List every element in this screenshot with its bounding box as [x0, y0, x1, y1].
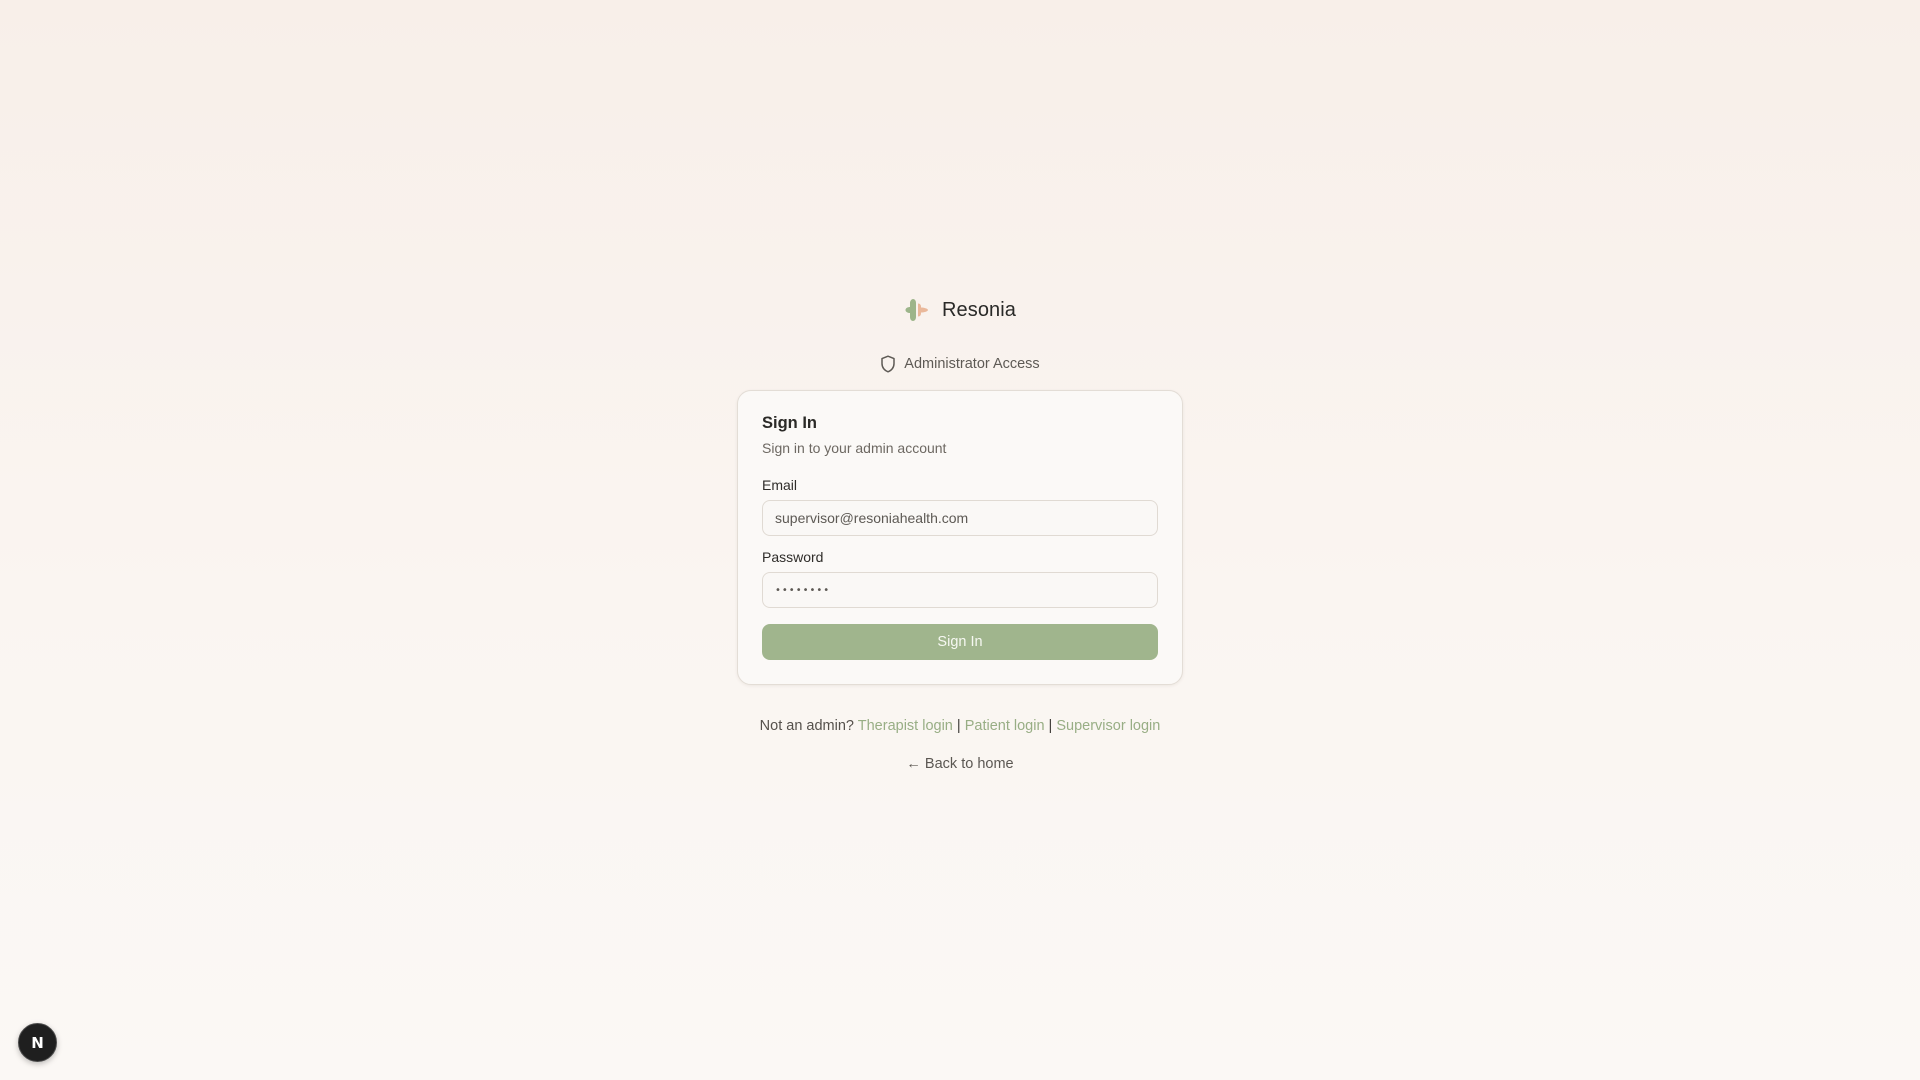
- shield-icon: [881, 355, 896, 373]
- sign-in-button[interactable]: Sign In: [762, 624, 1158, 660]
- password-field[interactable]: [762, 572, 1158, 608]
- card-subtitle: Sign in to your admin account: [762, 440, 947, 456]
- login-container: Resonia Administrator Access Sign In Sig…: [0, 296, 1920, 772]
- dev-badge-label: N: [31, 1033, 44, 1052]
- admin-access-label: Administrator Access: [880, 355, 1040, 373]
- therapist-login-link[interactable]: Therapist login: [858, 718, 953, 734]
- supervisor-login-link[interactable]: Supervisor login: [1056, 718, 1160, 734]
- brand-name: Resonia: [941, 298, 1017, 321]
- signin-card: Sign In Sign in to your admin account Em…: [737, 390, 1183, 685]
- nextjs-dev-icon[interactable]: N: [18, 1023, 57, 1062]
- link-separator: |: [956, 718, 961, 734]
- email-field[interactable]: [762, 500, 1158, 536]
- leaf-heart-logo-icon: [905, 299, 928, 321]
- card-title: Sign In: [762, 414, 817, 432]
- access-text: Administrator Access: [904, 356, 1040, 372]
- patient-login-link[interactable]: Patient login: [965, 718, 1045, 734]
- password-label: Password: [762, 549, 824, 565]
- link-separator: |: [1048, 718, 1053, 734]
- back-to-home-link[interactable]: ← Back to home: [906, 756, 1013, 772]
- alt-login-links: Not an admin? Therapist login | Patient …: [760, 718, 1161, 734]
- not-admin-text: Not an admin?: [759, 718, 854, 734]
- brand-header: Resonia: [904, 296, 1016, 324]
- email-label: Email: [762, 477, 798, 493]
